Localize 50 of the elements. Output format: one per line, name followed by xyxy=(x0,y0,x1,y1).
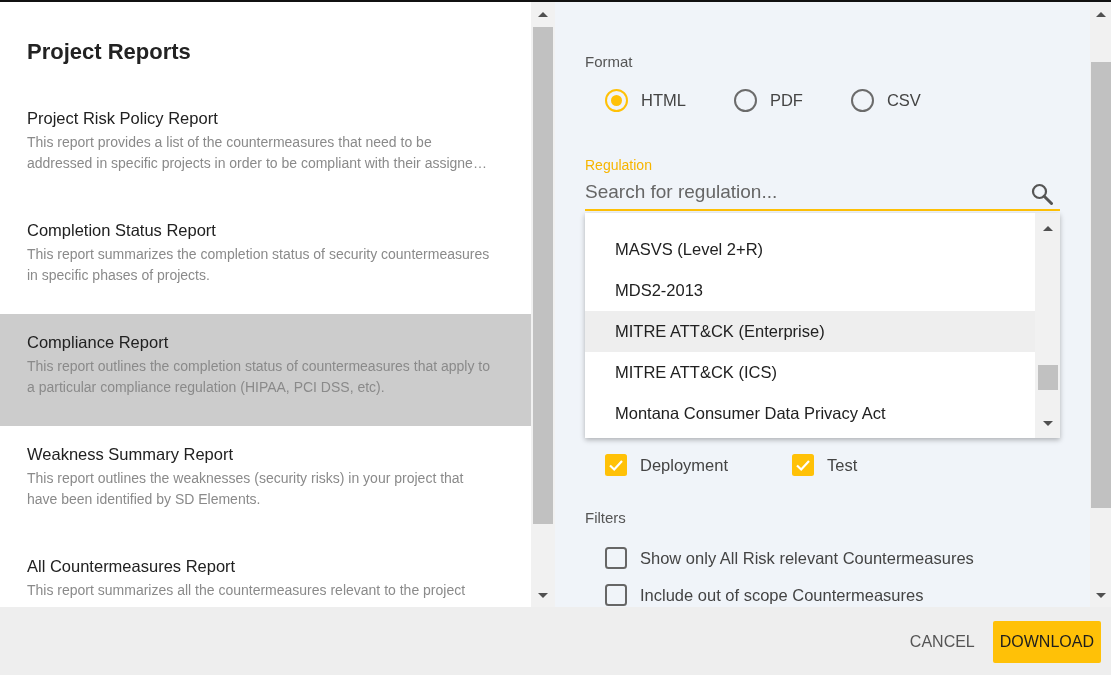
report-description: This report outlines the completion status of countermeasures that apply to a particular compliance regulation (HIPAA, PCI DSS, etc). xyxy=(27,357,492,397)
radio-icon[interactable] xyxy=(850,88,874,112)
report-item[interactable]: All Countermeasures Report This report summarizes all the countermeasures relevant to the project xyxy=(0,538,531,607)
cancel-button[interactable]: CANCEL xyxy=(902,621,982,663)
section-label: Filters xyxy=(585,508,626,528)
radio-option[interactable]: PDF xyxy=(733,88,803,112)
checkbox-icon[interactable] xyxy=(605,454,627,476)
report-title: All Countermeasures Report xyxy=(27,556,236,576)
report-title: Weakness Summary Report xyxy=(27,444,234,464)
report-title: Project Risk Policy Report xyxy=(27,108,218,128)
dropdown-option[interactable]: MITRE ATT&CK (ICS) xyxy=(585,351,1035,393)
scrollbar-thumb[interactable] xyxy=(1091,62,1111,508)
checkbox-option[interactable]: Include out of scope Countermeasures xyxy=(605,583,924,607)
checkbox-option[interactable]: Test xyxy=(792,453,858,477)
field-label: Regulation xyxy=(585,156,652,174)
report-item[interactable]: Project Risk Policy Report This report provides a list of the countermeasures that need to be addressed in specific projects in order to be compliant with their assigne… xyxy=(0,90,531,202)
report-description: This report outlines the weaknesses (security risks) in your project that have been identified by SD Elements. xyxy=(27,469,465,509)
search-icon[interactable] xyxy=(1031,183,1053,205)
download-button[interactable]: DOWNLOAD xyxy=(992,621,1101,663)
report-description: This report summarizes the completion status of security countermeasures in specific phases of projects. xyxy=(27,245,491,285)
scroll-down-icon[interactable] xyxy=(1095,592,1106,598)
radio-option[interactable]: CSV xyxy=(850,88,921,112)
section-label: Format xyxy=(585,52,633,72)
report-item[interactable]: Completion Status Report This report summarizes the completion status of security countermeasures in specific phases of projects. xyxy=(0,202,531,314)
report-item[interactable]: Weakness Summary Report This report outlines the weaknesses (security risks) in your project that have been identified by SD Elements. xyxy=(0,426,531,538)
dropdown-option[interactable]: MITRE ATT&CK (Enterprise) xyxy=(585,310,1035,352)
report-description: This report summarizes all the countermeasures relevant to the project xyxy=(27,581,467,600)
search-field[interactable]: Search for regulation... xyxy=(585,174,1060,211)
scroll-up-icon[interactable] xyxy=(1095,11,1106,17)
checkbox-option[interactable]: Show only All Risk relevant Countermeasures xyxy=(605,546,974,570)
checkbox-option[interactable]: Deployment xyxy=(605,453,729,477)
scrollbar-thumb[interactable] xyxy=(533,27,553,524)
checkbox-icon[interactable] xyxy=(792,454,815,476)
dropdown-option[interactable]: Montana Consumer Data Privacy Act xyxy=(585,392,1035,434)
dropdown-option[interactable]: MASVS (Level 2+R) xyxy=(585,228,1035,270)
report-item[interactable]: Compliance Report This report outlines the completion status of countermeasures that apply to a particular compliance regulation (HIPAA, PCI DSS, etc). xyxy=(0,314,531,426)
scrollbar-thumb[interactable] xyxy=(1038,365,1058,390)
checkbox-icon[interactable] xyxy=(605,547,627,569)
report-title: Compliance Report xyxy=(27,332,169,352)
panel-title: Project Reports xyxy=(27,38,191,66)
checkbox-icon[interactable] xyxy=(605,584,627,606)
dropdown-option[interactable]: MDS2-2013 xyxy=(585,269,1035,311)
scroll-down-icon[interactable] xyxy=(1042,420,1053,426)
radio-option[interactable]: HTML xyxy=(605,88,686,112)
report-description: This report provides a list of the countermeasures that need to be addressed in specific projects in order to be compliant with their assigne… xyxy=(27,133,488,173)
scroll-up-icon[interactable] xyxy=(538,11,548,17)
scroll-down-icon[interactable] xyxy=(538,592,548,598)
radio-icon[interactable] xyxy=(733,88,757,112)
scroll-up-icon[interactable] xyxy=(1042,225,1053,231)
report-title: Completion Status Report xyxy=(27,220,216,240)
